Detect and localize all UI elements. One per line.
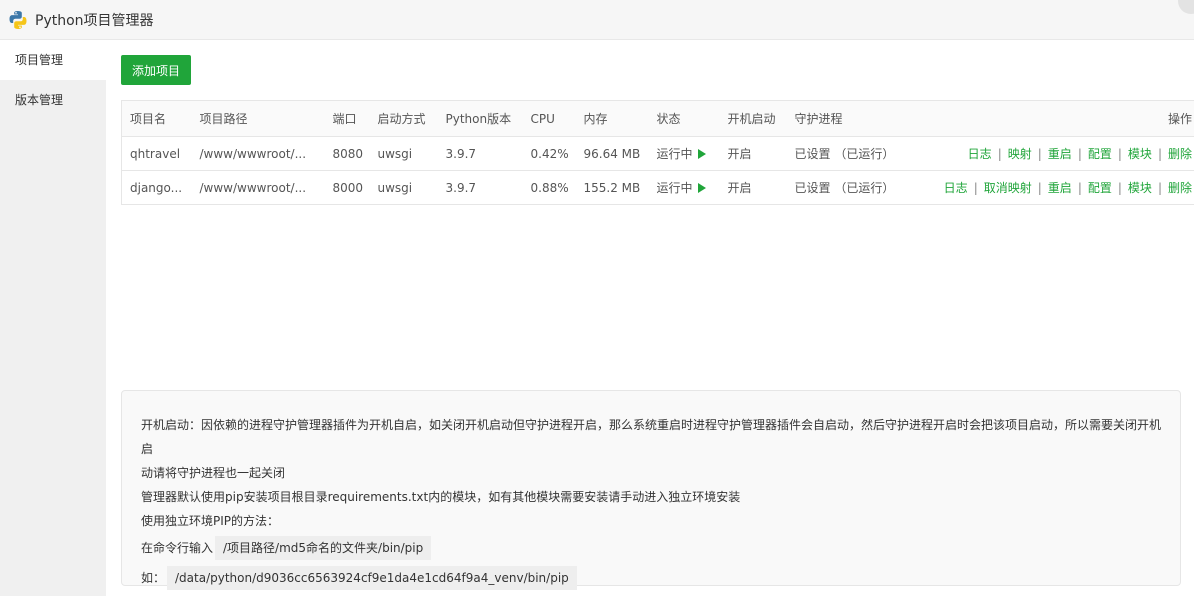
tips-panel: 开机启动：因依赖的进程守护管理器插件为开机自启，如关闭开机启动但守护进程开启，那…	[121, 390, 1181, 590]
header-port: 端口	[324, 100, 370, 137]
code-snippet: /data/python/d9036cc6563924cf9e1da4e1cd6…	[167, 566, 577, 590]
play-arrow-icon	[697, 183, 706, 193]
delete-link[interactable]: 删除	[1168, 147, 1192, 161]
separator: |	[1037, 181, 1042, 195]
delete-link[interactable]: 删除	[1168, 181, 1192, 195]
status-label: 运行中	[656, 181, 693, 195]
project-cpu: 0.88%	[522, 170, 576, 205]
project-name: django...	[121, 170, 192, 205]
restart-link[interactable]: 重启	[1048, 147, 1072, 161]
main-panel: 添加项目 项目名 项目路径 端口 启动方式 Python版本 CPU 内存 状态…	[106, 40, 1194, 596]
project-version: 3.9.7	[437, 170, 523, 205]
separator: |	[1077, 147, 1082, 161]
tip-label: 如：	[141, 571, 166, 585]
project-path-link[interactable]: /www/wwwroot/...	[191, 136, 325, 171]
daemon-status[interactable]: 已设置 （已运行）	[786, 136, 917, 171]
separator: |	[1117, 181, 1122, 195]
unmap-link[interactable]: 取消映射	[984, 181, 1032, 195]
play-arrow-icon	[697, 149, 706, 159]
table-header-row: 项目名 项目路径 端口 启动方式 Python版本 CPU 内存 状态 开机启动…	[121, 100, 1194, 137]
project-port: 8080	[324, 136, 370, 171]
project-method: uwsgi	[369, 170, 438, 205]
restart-link[interactable]: 重启	[1048, 181, 1072, 195]
daemon-status[interactable]: 已设置 （已运行）	[786, 170, 917, 205]
add-project-button[interactable]: 添加项目	[121, 55, 191, 85]
code-snippet: /项目路径/md5命名的文件夹/bin/pip	[215, 536, 432, 560]
config-link[interactable]: 配置	[1088, 147, 1112, 161]
sidebar-item-versions[interactable]: 版本管理	[0, 80, 106, 120]
row-operations: 日志 | 映射 | 重启 | 配置 | 模块 | 删除	[916, 136, 1194, 171]
header-version: Python版本	[437, 100, 523, 137]
python-logo-icon	[9, 10, 27, 29]
separator: |	[973, 181, 978, 195]
header-method: 启动方式	[369, 100, 438, 137]
project-path-link[interactable]: /www/wwwroot/...	[191, 170, 325, 205]
status-toggle[interactable]: 运行中	[648, 170, 720, 205]
boot-toggle[interactable]: 开启	[719, 170, 787, 205]
separator: |	[1157, 181, 1162, 195]
header-name: 项目名	[121, 100, 192, 137]
status-toggle[interactable]: 运行中	[648, 136, 720, 171]
status-label: 运行中	[656, 147, 693, 161]
tip-line: 开机启动：因依赖的进程守护管理器插件为开机自启，如关闭开机启动但守护进程开启，那…	[141, 418, 1162, 456]
separator: |	[997, 147, 1002, 161]
header-cpu: CPU	[522, 100, 576, 137]
project-cpu: 0.42%	[522, 136, 576, 171]
sidebar-item-projects[interactable]: 项目管理	[0, 40, 106, 80]
header-memory: 内存	[575, 100, 649, 137]
window-control-button[interactable]	[1178, 0, 1194, 14]
header-operations: 操作	[916, 100, 1194, 137]
tip-example-line: 如：/data/python/d9036cc6563924cf9e1da4e1c…	[141, 566, 1172, 590]
project-version: 3.9.7	[437, 136, 523, 171]
separator: |	[1157, 147, 1162, 161]
mapping-link[interactable]: 映射	[1008, 147, 1032, 161]
separator: |	[1117, 147, 1122, 161]
header-status: 状态	[648, 100, 720, 137]
header-path: 项目路径	[191, 100, 325, 137]
boot-toggle[interactable]: 开启	[719, 136, 787, 171]
project-memory: 155.2 MB	[575, 170, 649, 205]
sidebar: 项目管理 版本管理	[0, 40, 106, 596]
tip-line: 动请将守护进程也一起关闭	[141, 466, 286, 480]
project-memory: 96.64 MB	[575, 136, 649, 171]
table-row: qhtravel /www/wwwroot/... 8080 uwsgi 3.9…	[121, 136, 1194, 171]
row-operations: 日志 | 取消映射 | 重启 | 配置 | 模块 | 删除	[916, 170, 1194, 205]
tip-command-line: 在命令行输入/项目路径/md5命名的文件夹/bin/pip	[141, 536, 1172, 560]
log-link[interactable]: 日志	[968, 147, 992, 161]
tip-label: 在命令行输入	[141, 541, 214, 555]
separator: |	[1077, 181, 1082, 195]
modules-link[interactable]: 模块	[1128, 181, 1152, 195]
tip-line: 管理器默认使用pip安装项目根目录requirements.txt内的模块，如有…	[141, 490, 741, 504]
config-link[interactable]: 配置	[1088, 181, 1112, 195]
project-table: 项目名 项目路径 端口 启动方式 Python版本 CPU 内存 状态 开机启动…	[121, 100, 1194, 205]
title-bar: Python项目管理器	[0, 0, 1194, 40]
table-row: django... /www/wwwroot/... 8000 uwsgi 3.…	[121, 170, 1194, 205]
window-title: Python项目管理器	[35, 12, 154, 29]
project-port: 8000	[324, 170, 370, 205]
separator: |	[1037, 147, 1042, 161]
project-name: qhtravel	[121, 136, 192, 171]
header-boot: 开机启动	[719, 100, 787, 137]
tip-line: 使用独立环境PIP的方法：	[141, 514, 280, 528]
modules-link[interactable]: 模块	[1128, 147, 1152, 161]
header-daemon: 守护进程	[786, 100, 917, 137]
project-method: uwsgi	[369, 136, 438, 171]
log-link[interactable]: 日志	[944, 181, 968, 195]
